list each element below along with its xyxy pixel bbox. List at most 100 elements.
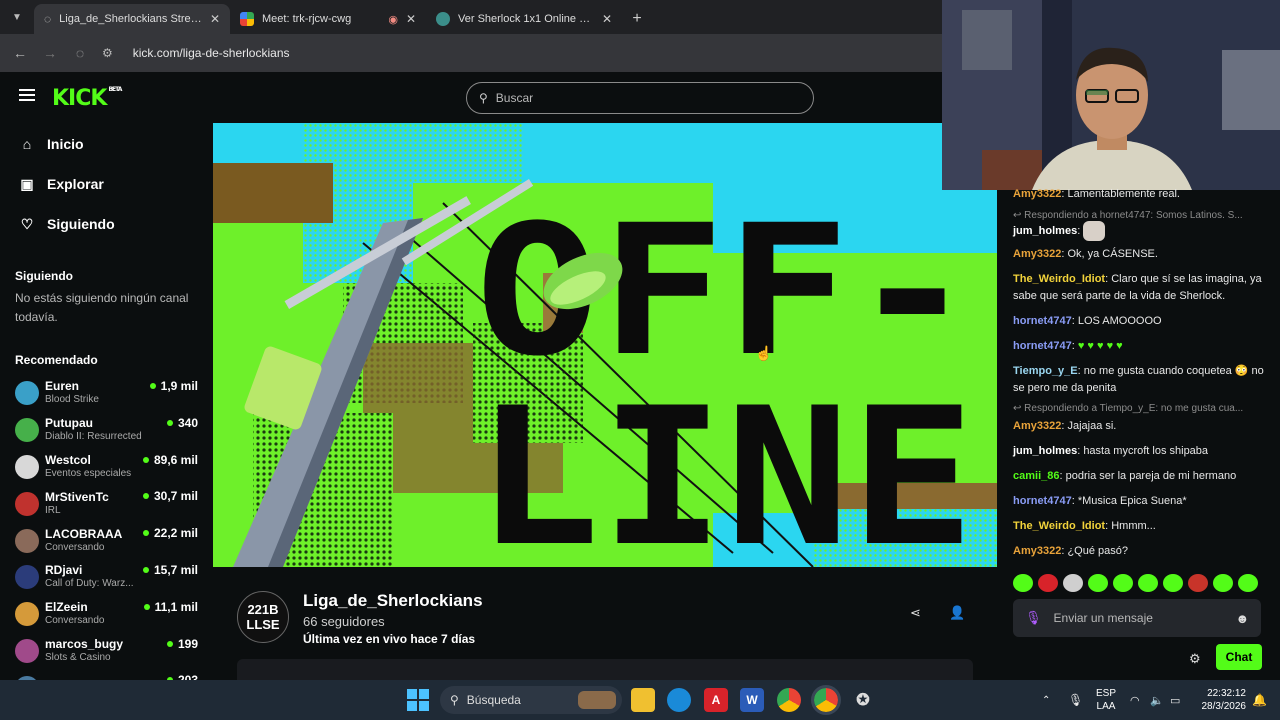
sidebar-item-inicio[interactable]: ⌂ Inicio <box>0 124 212 164</box>
emote-icon[interactable] <box>1088 574 1108 592</box>
share-icon[interactable]: ⋖ <box>910 605 921 621</box>
chat-username[interactable]: Tiempo_y_E <box>1013 365 1078 377</box>
menu-icon[interactable] <box>19 89 35 101</box>
compass-icon: ▣ <box>20 175 34 192</box>
site-info-icon[interactable]: ⚙ <box>102 46 113 60</box>
emote-icon[interactable] <box>1163 574 1183 592</box>
recommended-channel[interactable]: LACOBRAAA Conversando 22,2 mil <box>0 522 212 559</box>
recommended-channel[interactable]: MrStivenTc IRL 30,7 mil <box>0 485 212 522</box>
channel-name: MrStivenTc <box>45 489 109 504</box>
wifi-icon[interactable]: ◠ <box>1130 680 1140 720</box>
chat-username[interactable]: camii_86 <box>1013 470 1059 482</box>
recommended-channel[interactable]: Putupau Diablo II: Resurrected 340 <box>0 412 212 449</box>
channel-name: ElZeein <box>45 600 88 615</box>
chat-reply-context[interactable]: ↩ Respondiendo a Tiempo_y_E: no me gusta… <box>1013 403 1275 414</box>
chat-input[interactable] <box>1053 611 1224 625</box>
channel-category: IRL <box>45 504 61 516</box>
sidebar-item-explorar[interactable]: ▣ Explorar <box>0 164 212 204</box>
emote-icon[interactable] <box>1188 574 1208 592</box>
chat-username[interactable]: jum_holmes <box>1013 445 1077 457</box>
chat-username[interactable]: Amy3322 <box>1013 545 1061 557</box>
clock-date: 28/3/2026 <box>1201 701 1247 712</box>
video-player[interactable]: OFF- LINE ☝ <box>213 123 997 567</box>
chat-username[interactable]: Amy3322 <box>1013 420 1061 432</box>
emote-icon[interactable] <box>1038 574 1058 592</box>
recommended-channel[interactable]: Xdluio203 <box>0 669 212 680</box>
edge-icon[interactable] <box>667 688 691 712</box>
chat-username[interactable]: The_Weirdo_Idiot <box>1013 273 1105 285</box>
taskbar-search[interactable]: ⚲ Búsqueda <box>440 686 622 714</box>
channel-name: RDjavi <box>45 563 83 578</box>
emote-icon[interactable] <box>1063 574 1083 592</box>
battery-icon[interactable]: ▭ <box>1170 680 1180 720</box>
chat-username[interactable]: Amy3322 <box>1013 248 1061 260</box>
close-tab-icon[interactable]: ✕ <box>602 12 612 26</box>
recommended-channel[interactable]: ElZeein Conversando 11,1 mil <box>0 596 212 633</box>
emoji-icon[interactable]: ☻ <box>1236 611 1250 626</box>
file-explorer-icon[interactable] <box>631 688 655 712</box>
search-input[interactable] <box>495 91 786 105</box>
chat-username[interactable]: hornet4747 <box>1013 340 1072 352</box>
emote-icon[interactable] <box>1013 574 1033 592</box>
chat-username[interactable]: hornet4747 <box>1013 495 1072 507</box>
search-box[interactable]: ⚲ <box>466 82 814 114</box>
recommended-channel[interactable]: Euren Blood Strike 1,9 mil <box>0 375 212 412</box>
tab-meet[interactable]: Meet: trk-rjcw-cwg ◉ ✕ <box>230 4 426 34</box>
live-dot-icon <box>143 603 150 610</box>
reply-text: Respondiendo a Tiempo_y_E: no me gusta c… <box>1024 403 1244 414</box>
back-icon[interactable]: ← <box>12 45 28 61</box>
avatar <box>15 381 39 406</box>
chat-settings-icon[interactable]: ⚙ <box>1189 651 1201 667</box>
forward-icon[interactable]: → <box>42 45 58 61</box>
microphone-icon[interactable]: 🎙 <box>1025 610 1042 626</box>
pdf-app-icon[interactable]: A <box>704 688 728 712</box>
avatar <box>15 528 39 553</box>
channel-name[interactable]: Liga_de_Sherlockians <box>303 591 483 611</box>
tab-list-button[interactable]: ▼ <box>0 0 34 34</box>
word-icon[interactable]: W <box>740 688 764 712</box>
notification-icon[interactable]: 🔔 <box>1252 680 1267 720</box>
chat-username[interactable]: jum_holmes <box>1013 225 1077 237</box>
language-indicator[interactable]: ESP LAA <box>1094 687 1118 713</box>
mic-tray-icon[interactable]: 🎙 <box>1068 680 1083 720</box>
emote-icon[interactable] <box>1113 574 1133 592</box>
recommended-channel[interactable]: marcos_bugy Slots & Casino 199 <box>0 633 212 670</box>
chrome-icon[interactable] <box>777 688 801 712</box>
chat-message: Tiempo_y_E: no me gusta cuando coquetea … <box>1013 365 1264 394</box>
chat-username[interactable]: The_Weirdo_Idiot <box>1013 520 1105 532</box>
tab-kick-stream[interactable]: ◌ Liga_de_Sherlockians Stream - ‘ ✕ <box>34 4 230 34</box>
recommended-channel[interactable]: Westcol Eventos especiales 89,6 mil <box>0 449 212 486</box>
recommended-channel[interactable]: RDjavi Call of Duty: Warz... 15,7 mil <box>0 559 212 596</box>
chat-message: Amy3322: Lamentablemente real. <box>1013 188 1180 200</box>
tab-title: Liga_de_Sherlockians Stream - ‘ <box>59 13 202 25</box>
chat-username[interactable]: hornet4747 <box>1013 315 1072 327</box>
tray-chevron-icon[interactable]: ⌃ <box>1042 680 1050 720</box>
volume-icon[interactable]: 🔈 <box>1150 680 1164 720</box>
windows-start-icon[interactable] <box>406 688 430 712</box>
clock[interactable]: 22:32:12 28/3/2026 <box>1196 687 1247 713</box>
chat-panel: Amy3322: Lamentablemente real. ↩ Respondi… <box>997 188 1280 680</box>
chat-input-box[interactable]: 🎙 ☻ <box>1013 599 1261 637</box>
sidebar-item-siguiendo[interactable]: ♡ Siguiendo <box>0 204 212 244</box>
loading-icon[interactable]: ◌ <box>72 45 88 61</box>
follow-user-icon[interactable]: 👤 <box>949 605 965 621</box>
tab-sherlock[interactable]: Ver Sherlock 1x1 Online Gratis ✕ <box>426 4 622 34</box>
cat-emote-icon <box>1083 221 1106 241</box>
close-tab-icon[interactable]: ✕ <box>406 12 416 26</box>
chat-username[interactable]: Amy3322 <box>1013 188 1061 200</box>
emote-icon[interactable] <box>1238 574 1258 592</box>
chat-reply-context[interactable]: ↩ Respondiendo a hornet4747: Somos Latin… <box>1013 210 1275 221</box>
app-icon[interactable]: ✪ <box>851 688 875 712</box>
emote-icon[interactable] <box>1213 574 1233 592</box>
channel-avatar[interactable]: 221B LLSE <box>237 591 289 643</box>
close-tab-icon[interactable]: ✕ <box>210 12 220 26</box>
url-field[interactable]: kick.com/liga-de-sherlockians <box>133 46 290 60</box>
send-chat-button[interactable]: Chat <box>1216 644 1262 670</box>
chrome-active-icon[interactable] <box>811 685 841 715</box>
emote-icon[interactable] <box>1138 574 1158 592</box>
browser-tab-bar: ▼ ◌ Liga_de_Sherlockians Stream - ‘ ✕ Me… <box>0 0 942 34</box>
live-dot-icon <box>142 456 149 463</box>
new-tab-button[interactable]: + <box>622 4 652 34</box>
kick-logo[interactable]: KICK BETA <box>52 86 122 111</box>
avatar-text-bottom: LLSE <box>246 617 280 632</box>
